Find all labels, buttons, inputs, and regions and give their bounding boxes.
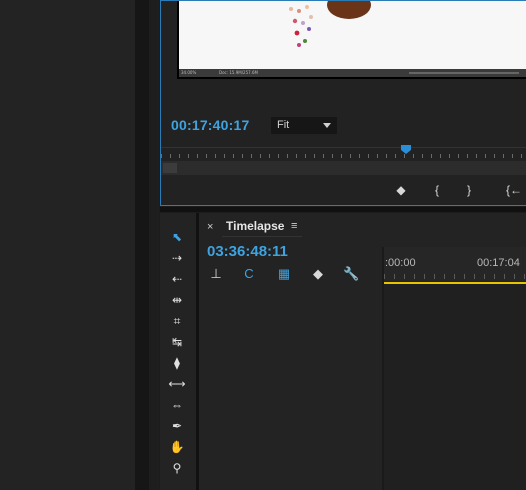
razor-icon[interactable]: ⧫	[168, 355, 186, 371]
playhead-timecode[interactable]: 00:17:40:17	[171, 117, 249, 133]
tab-timelapse[interactable]: Timelapse	[226, 219, 284, 233]
slide-icon[interactable]: ⇔	[168, 397, 186, 413]
marker-icon[interactable]: ◆	[310, 266, 326, 282]
track-headers	[199, 284, 382, 490]
go-to-in-button[interactable]: {←	[506, 183, 522, 197]
zoom-level-select[interactable]: Fit	[271, 117, 337, 134]
slip-icon[interactable]: ⟷	[168, 376, 186, 392]
marker-icon: ◆	[396, 183, 406, 197]
tab-underline	[222, 236, 302, 237]
program-monitor: 34.00% Doc: 15.9M/257.6M 00:17:40:17 Fit…	[160, 0, 526, 206]
ruler-ticks	[384, 274, 526, 279]
timeline-ruler[interactable]: :00:00 00:17:04	[384, 247, 526, 281]
scrollbar-handle[interactable]	[163, 163, 177, 173]
preview-image	[289, 0, 371, 47]
video-content	[179, 0, 526, 69]
ruler-label: 00:17:04	[477, 257, 520, 269]
ruler-ticks	[161, 154, 526, 158]
left-panel	[0, 0, 135, 490]
panel-menu-icon[interactable]: ≡	[291, 220, 297, 232]
chevron-down-icon	[323, 123, 331, 128]
mark-in-button[interactable]: {	[429, 183, 445, 197]
timeline-panel: × Timelapse ≡ 03:36:48:11 :00:00 00:17:0…	[199, 213, 526, 490]
selection-tool-icon[interactable]: ⬉	[168, 229, 186, 245]
rate-stretch-icon[interactable]: ↹	[168, 334, 186, 350]
doc-size-label: Doc: 15.9M/257.6M	[219, 70, 258, 75]
frame-footer: 34.00% Doc: 15.9M/257.6M	[179, 69, 526, 77]
snap-icon[interactable]: ⊥	[208, 266, 224, 282]
monitor-zoom-scrollbar[interactable]	[161, 161, 526, 175]
rolling-edit-icon[interactable]: ⌗	[168, 313, 186, 329]
timeline-timecode[interactable]: 03:36:48:11	[207, 243, 288, 260]
frame-scrollbar[interactable]	[409, 72, 519, 74]
mark-out-icon: }	[466, 183, 471, 197]
add-marker-button[interactable]: ◆	[393, 183, 409, 197]
panel-gutter	[149, 0, 159, 490]
track-select-forward-icon[interactable]: ⇢	[168, 250, 186, 266]
close-icon[interactable]: ×	[207, 221, 213, 233]
panel-divider[interactable]	[135, 0, 149, 490]
go-to-in-icon: {←	[506, 183, 523, 197]
panel-separator[interactable]	[160, 207, 526, 212]
wrench-icon[interactable]: 🔧	[343, 266, 359, 282]
track-select-backward-icon[interactable]: ⇠	[168, 271, 186, 287]
pen-icon[interactable]: ✒	[168, 418, 186, 434]
video-preview: 34.00% Doc: 15.9M/257.6M	[177, 0, 526, 79]
hand-icon[interactable]: ✋	[168, 439, 186, 455]
ripple-edit-icon[interactable]: ⇹	[168, 292, 186, 308]
track-area[interactable]	[384, 284, 526, 490]
mark-out-button[interactable]: }	[461, 183, 477, 197]
ruler-label: :00:00	[385, 257, 416, 269]
linked-selection-icon[interactable]: C	[241, 266, 257, 282]
tools-panel: ⬉ ⇢ ⇠ ⇹ ⌗ ↹ ⧫ ⟷ ⇔ ✒ ✋ ⚲	[160, 213, 196, 490]
mark-in-icon: {	[434, 183, 439, 197]
zoom-level-value: Fit	[277, 119, 290, 131]
add-marker-icon[interactable]: ▦	[276, 266, 292, 282]
zoom-percent-label: 34.00%	[181, 70, 197, 75]
zoom-icon[interactable]: ⚲	[168, 460, 186, 476]
